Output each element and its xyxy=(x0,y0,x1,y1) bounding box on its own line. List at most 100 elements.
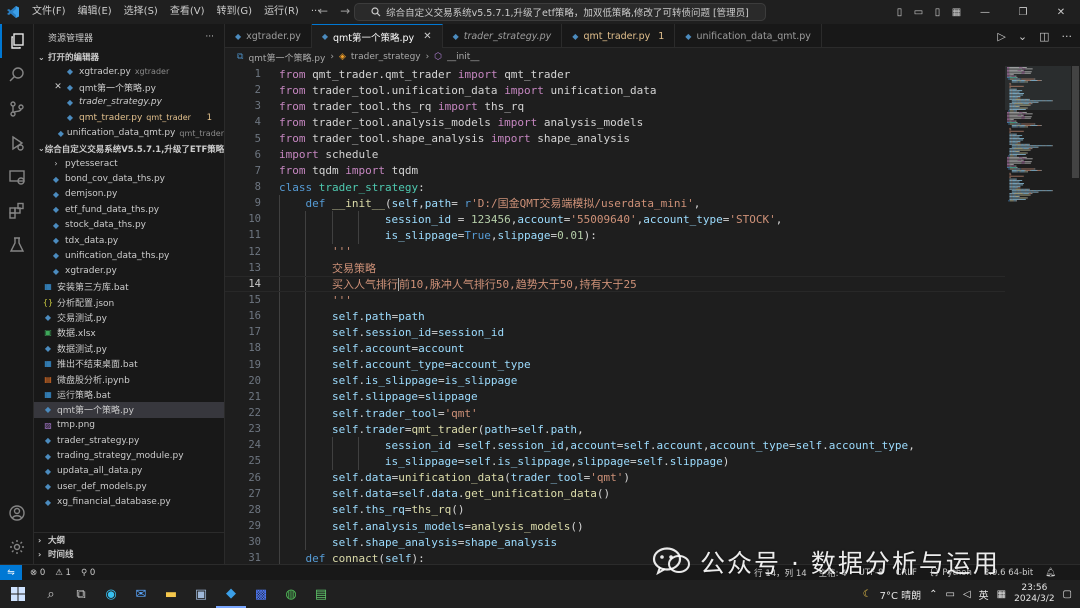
code-line[interactable]: 14 买入人气排行前10,脉冲人气排行50,趋势大于50,持有大于25 xyxy=(225,275,1005,292)
code-line[interactable]: 7 from tqdm import tqdm xyxy=(225,163,1005,179)
notifications-bell-icon[interactable]: 🔔︎ xyxy=(1045,568,1056,578)
file-tree-item[interactable]: ◆ updata_all_data.py xyxy=(34,464,224,479)
end-of-line[interactable]: CRLF xyxy=(895,568,916,578)
menu-run[interactable]: 运行(R) xyxy=(258,0,305,24)
run-python-icon[interactable]: ▷ xyxy=(997,30,1005,43)
tray-chevron-icon[interactable]: ⌃ xyxy=(929,589,937,600)
taskbar-search-icon[interactable]: ⌕ xyxy=(36,580,66,608)
file-tree-item[interactable]: {} 分析配置.json xyxy=(34,294,224,309)
editor-tab[interactable]: ◆ xgtrader.py xyxy=(225,24,312,48)
terminal-app-icon[interactable]: ▤ xyxy=(306,580,336,608)
editor-tab[interactable]: ◆ trader_strategy.py xyxy=(443,24,563,48)
file-tree-item[interactable]: ◆ unification_data_ths.py xyxy=(34,248,224,263)
file-tree-item[interactable]: ◆ xgtrader.py xyxy=(34,264,224,279)
errors-count[interactable]: ⊗ 0 xyxy=(30,568,45,578)
wechat-taskbar-icon[interactable]: ◍ xyxy=(276,580,306,608)
file-tree-item[interactable]: ▨ tmp.png xyxy=(34,418,224,433)
testing-icon[interactable] xyxy=(0,228,34,262)
open-editor-item[interactable]: ◆ xgtrader.py xgtrader xyxy=(34,64,224,79)
code-editor[interactable]: 1 from qmt_trader.qmt_trader import qmt_t… xyxy=(225,66,1005,564)
start-button[interactable] xyxy=(0,580,36,608)
task-view-icon[interactable]: ⧉ xyxy=(66,580,96,608)
code-line[interactable]: 11 is_slippage=True,slippage=0.01): xyxy=(225,227,1005,244)
open-editor-item[interactable]: ◆ qmt_trader.py qmt_trader 1 xyxy=(34,110,224,125)
search-view-icon[interactable] xyxy=(0,58,34,92)
maximize-button[interactable]: ❐ xyxy=(1004,7,1042,18)
code-line[interactable]: 30 self.shape_analysis=shape_analysis xyxy=(225,534,1005,551)
code-line[interactable]: 4 from trader_tool.analysis_models import… xyxy=(225,114,1005,130)
notification-center-icon[interactable]: ▢ xyxy=(1063,589,1072,600)
code-line[interactable]: 25 is_slippage=self.is_slippage,slippage=… xyxy=(225,453,1005,470)
menu-view[interactable]: 查看(V) xyxy=(164,0,211,24)
more-actions-icon[interactable]: ··· xyxy=(1062,30,1073,43)
close-tab-icon[interactable]: ✕ xyxy=(423,31,431,42)
file-encoding[interactable]: UTF-8 xyxy=(859,568,884,578)
file-tree-item[interactable]: ◆ trading_strategy_module.py xyxy=(34,448,224,463)
command-center[interactable]: 综合自定义交易系统v5.5.7.1,升级了etf策略，加双低策略,修改了可转债问… xyxy=(354,3,766,21)
outline-header[interactable]: › 大纲 xyxy=(34,533,224,547)
chevron-down-icon[interactable]: ⌄ xyxy=(1018,30,1027,43)
editor-tab[interactable]: ◆ unification_data_qmt.py xyxy=(675,24,822,48)
file-tree-item[interactable]: ◆ trader_strategy.py xyxy=(34,433,224,448)
code-line[interactable]: 3 from trader_tool.ths_rq import ths_rq xyxy=(225,98,1005,114)
mail-icon[interactable]: ✉ xyxy=(126,580,156,608)
open-editor-item[interactable]: ◆ unification_data_qmt.py qmt_trader xyxy=(34,126,224,141)
breadcrumb-method[interactable]: __init__ xyxy=(447,52,479,62)
file-tree-item[interactable]: ◆ 交易测试.py xyxy=(34,310,224,325)
ports-count[interactable]: ⚲ 0 xyxy=(81,568,95,578)
cursor-position[interactable]: 行 14，列 14 xyxy=(754,567,807,579)
code-line[interactable]: 5 from trader_tool.shape_analysis import … xyxy=(225,131,1005,147)
network-icon[interactable]: ▭ xyxy=(946,589,955,600)
minimize-button[interactable]: — xyxy=(966,7,1004,18)
code-line[interactable]: 16 self.path=path xyxy=(225,308,1005,325)
code-line[interactable]: 26 self.data=unification_data(trader_tool… xyxy=(225,469,1005,486)
scrollbar-thumb[interactable] xyxy=(1072,66,1079,178)
vertical-scrollbar[interactable] xyxy=(1071,66,1080,564)
split-editor-icon[interactable]: ◫ xyxy=(1039,30,1049,43)
breadcrumb-class[interactable]: trader_strategy xyxy=(351,52,421,62)
file-explorer-icon[interactable]: ▬ xyxy=(156,580,186,608)
code-line[interactable]: 2 from trader_tool.unification_data impor… xyxy=(225,82,1005,98)
extensions-icon[interactable] xyxy=(0,194,34,228)
file-tree-item[interactable]: ◆ user_def_models.py xyxy=(34,479,224,494)
code-line[interactable]: 29 self.analysis_models=analysis_models() xyxy=(225,517,1005,535)
language-mode[interactable]: {} Python xyxy=(929,568,972,578)
code-line[interactable]: 15 ''' xyxy=(225,291,1005,309)
warnings-count[interactable]: ⚠ 1 xyxy=(55,568,71,578)
weather-text[interactable]: 7°C 晴朗 xyxy=(880,587,922,602)
file-tree-item[interactable]: ◆ stock_data_ths.py xyxy=(34,218,224,233)
python-interpreter[interactable]: 3.9.6 64-bit xyxy=(984,568,1033,578)
close-icon[interactable]: ✕ xyxy=(52,82,64,92)
timeline-header[interactable]: › 时间线 xyxy=(34,547,224,561)
accounts-icon[interactable] xyxy=(0,496,34,530)
file-tree-item[interactable]: ▦ 运行策略.bat xyxy=(34,387,224,402)
code-line[interactable]: 6 import schedule xyxy=(225,147,1005,163)
code-line[interactable]: 28 self.ths_rq=ths_rq() xyxy=(225,501,1005,518)
menu-edit[interactable]: 编辑(E) xyxy=(72,0,118,24)
code-line[interactable]: 24 session_id =self.session_id,account=se… xyxy=(225,437,1005,454)
open-editor-item[interactable]: ◆ trader_strategy.py xyxy=(34,95,224,110)
code-line[interactable]: 31 def connact(self): xyxy=(225,550,1005,564)
indentation[interactable]: 空格: 4 xyxy=(819,567,847,579)
code-line[interactable]: 1 from qmt_trader.qmt_trader import qmt_t… xyxy=(225,66,1005,82)
close-button[interactable]: ✕ xyxy=(1042,7,1080,18)
file-tree-item[interactable]: ▣ 数据.xlsx xyxy=(34,325,224,340)
back-arrow-icon[interactable]: ← xyxy=(318,4,328,18)
clock[interactable]: 23:56 2024/3/2 xyxy=(1014,583,1054,605)
settings-gear-icon[interactable] xyxy=(0,530,34,564)
code-line[interactable]: 10 session_id = 123456,account='55009640'… xyxy=(225,211,1005,228)
code-line[interactable]: 19 self.account_type=account_type xyxy=(225,356,1005,373)
file-tree-item[interactable]: ▦ 推出不结束桌面.bat xyxy=(34,356,224,371)
code-line[interactable]: 18 self.account=account xyxy=(225,340,1005,357)
code-line[interactable]: 12 ''' xyxy=(225,243,1005,260)
code-line[interactable]: 17 self.session_id=session_id xyxy=(225,324,1005,341)
toggle-primary-sidebar-icon[interactable]: ▯ xyxy=(890,7,909,18)
minimap[interactable] xyxy=(1005,66,1071,564)
file-tree-item[interactable]: ◆ qmt第一个策略.py xyxy=(34,402,224,418)
vscode-taskbar-icon[interactable]: ◆ xyxy=(216,580,246,608)
toggle-secondary-sidebar-icon[interactable]: ▯ xyxy=(928,7,947,18)
open-editors-header[interactable]: ⌄ 打开的编辑器 xyxy=(34,50,224,64)
edge-browser-icon[interactable]: ◉ xyxy=(96,580,126,608)
file-tree-item[interactable]: ▦ 安装第三方库.bat xyxy=(34,279,224,294)
menu-selection[interactable]: 选择(S) xyxy=(118,0,164,24)
